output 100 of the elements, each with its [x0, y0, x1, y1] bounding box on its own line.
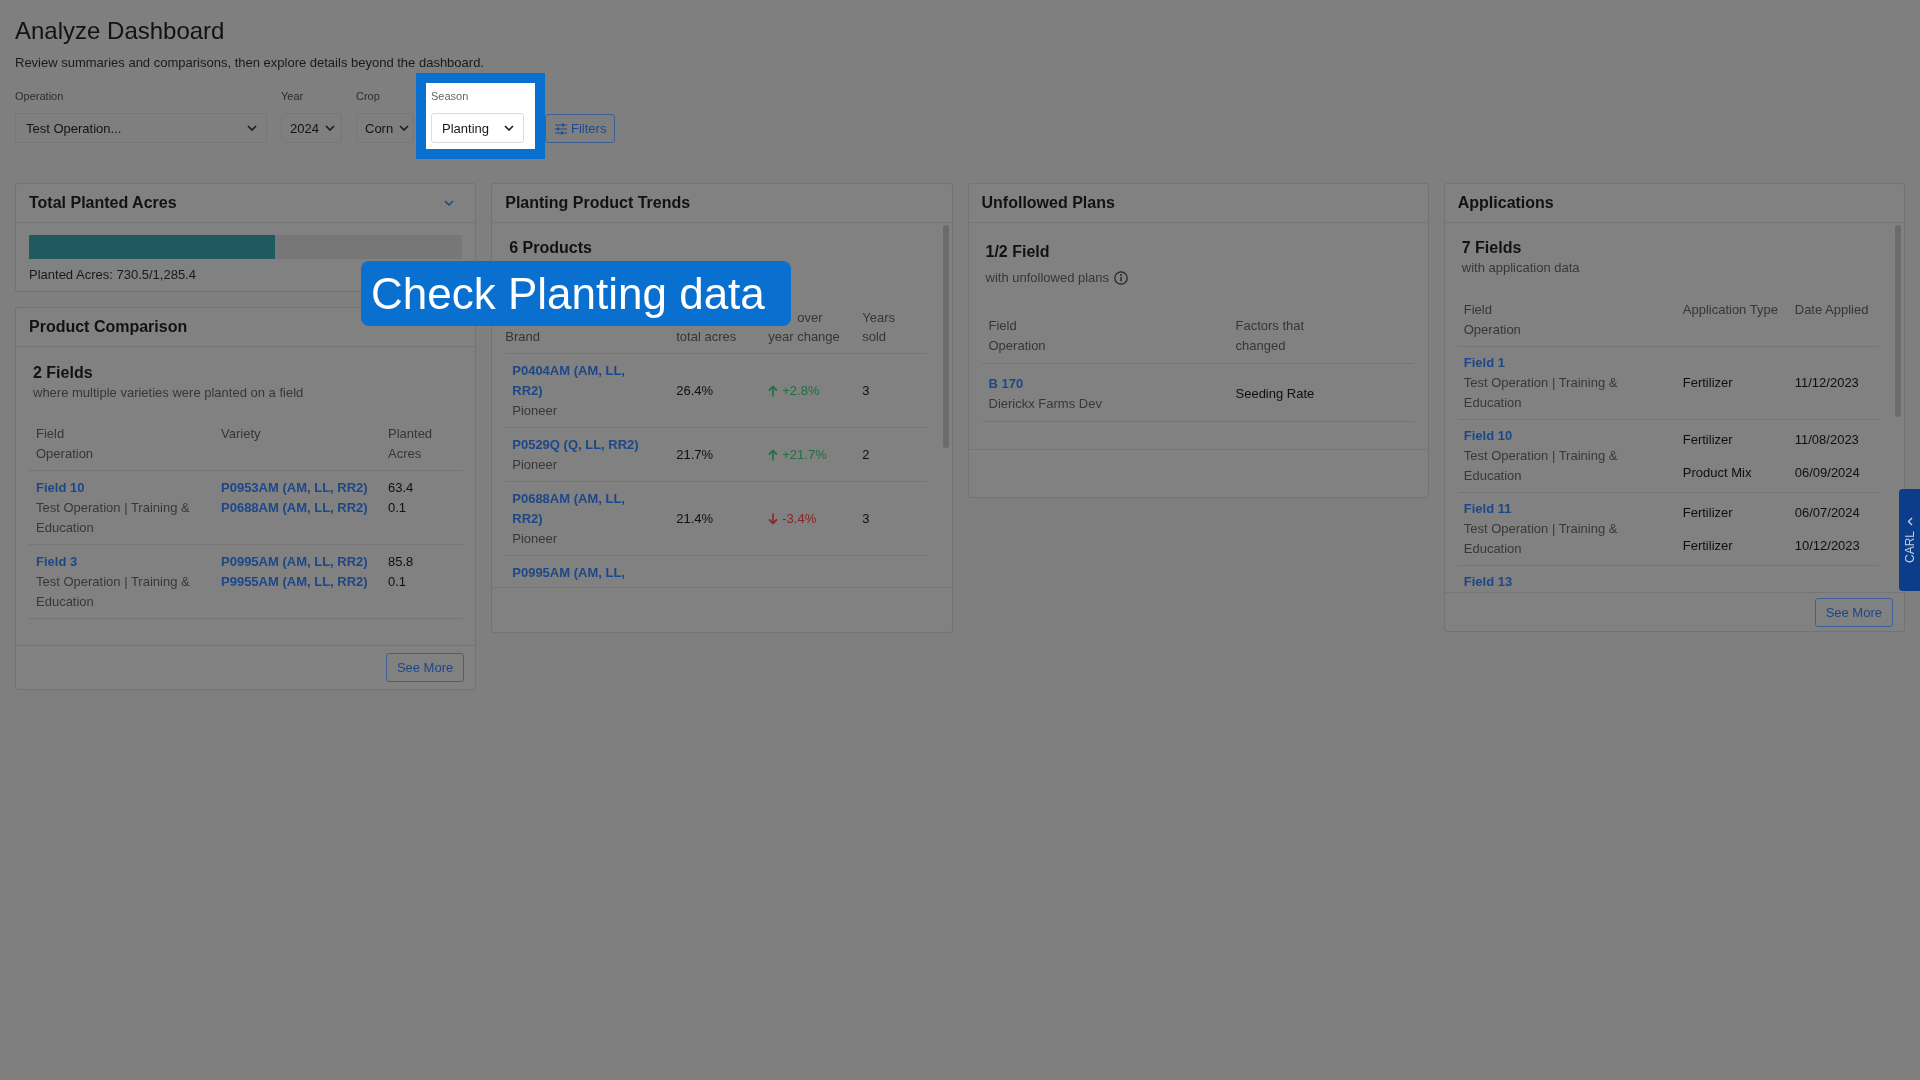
dropdown[interactable]: 2024: [281, 113, 342, 143]
field-label: Year: [281, 89, 304, 103]
dropdown[interactable]: Test Operation...: [15, 113, 267, 143]
coach-mark-callout: Check Planting data: [361, 261, 791, 326]
column-header: Field: [988, 317, 1017, 335]
date-applied: 06/09/2024: [1794, 463, 1860, 482]
acres-value: 0.1: [388, 573, 407, 591]
summary-count: 6 Products: [508, 238, 592, 258]
acres-share: 21.4%: [676, 510, 714, 528]
product-link[interactable]: P0404AM (AM, LL, RR2): [512, 361, 653, 401]
filters-button[interactable]: Filters: [545, 114, 616, 143]
column-header: Operation: [36, 445, 94, 463]
field-label: Operation: [15, 89, 64, 103]
year-change: +21.7%: [782, 446, 827, 464]
product-link[interactable]: P0529Q (Q, LL, RR2): [512, 435, 639, 455]
field-link[interactable]: Field 10: [36, 478, 85, 498]
date-applied: 06/07/2024: [1794, 503, 1860, 522]
application-type: Fertilizer: [1682, 430, 1733, 449]
chevron-down-icon: [324, 125, 335, 131]
chevron-left-icon: [1906, 517, 1913, 526]
year-change: -3.4%: [782, 510, 817, 528]
years-sold: 2: [862, 446, 870, 464]
application-type: Fertilizer: [1682, 503, 1733, 522]
card-title: Applications: [1457, 193, 1554, 213]
summary-description: with application data: [1460, 259, 1580, 277]
card-title: Total Planted Acres: [29, 193, 177, 213]
column-header: changed: [1235, 337, 1286, 355]
summary-description: with unfollowed plans: [984, 269, 1110, 287]
field-link[interactable]: Field 3: [36, 552, 78, 572]
summary-description: where multiple varieties were planted on a field: [32, 384, 304, 402]
chevron-down-icon[interactable]: [444, 200, 455, 206]
product-link[interactable]: P0688AM (AM, LL, RR2): [512, 489, 653, 529]
column-header: Operation: [988, 337, 1046, 355]
date-applied: 11/12/2023: [1794, 374, 1859, 392]
dropdown[interactable]: Planting: [431, 113, 524, 143]
page-title: Analyze Dashboard: [15, 17, 225, 45]
year-change: +2.8%: [782, 382, 820, 400]
acres-share: 21.7%: [676, 446, 714, 464]
acres-value: 85.8: [388, 553, 414, 571]
variety-link[interactable]: P0953AM (AM, LL, RR2): [221, 478, 368, 498]
see-more-button[interactable]: See More: [1814, 598, 1893, 627]
field-link[interactable]: Field 11: [1463, 499, 1512, 519]
column-header: Factors that: [1235, 317, 1305, 335]
changed-factor: Seeding Rate: [1235, 385, 1315, 403]
column-header: Date Applied: [1794, 301, 1869, 319]
field-label: Crop: [356, 89, 380, 103]
summary-count: 2 Fields: [32, 363, 93, 383]
progress-caption: Planted Acres: 730.5/1,285.4: [29, 266, 196, 284]
operation-name: Test Operation | Training & Education: [1463, 520, 1619, 558]
column-header: Operation: [1463, 321, 1521, 339]
brand-name: Pioneer: [512, 456, 558, 474]
column-header: Field: [1463, 301, 1492, 319]
field-link[interactable]: B 170: [988, 374, 1024, 394]
field-link[interactable]: Field 1: [1463, 353, 1505, 373]
acres-value: 0.1: [388, 499, 407, 517]
variety-link[interactable]: P9955AM (AM, LL, RR2): [221, 572, 368, 592]
summary-count: 1/2 Field: [984, 242, 1050, 262]
date-applied: 10/12/2023: [1794, 536, 1860, 555]
summary-count: 7 Fields: [1460, 238, 1522, 258]
field-label: Season: [431, 89, 469, 103]
column-header: Field: [36, 425, 65, 443]
variety-link[interactable]: P0688AM (AM, LL, RR2): [221, 498, 368, 518]
product-link[interactable]: P0995AM (AM, LL,: [512, 563, 625, 583]
dropdown[interactable]: Corn: [356, 113, 414, 143]
column-header: Acres: [388, 445, 422, 463]
brand-name: Pioneer: [512, 530, 558, 548]
date-applied: 11/08/2023: [1794, 430, 1859, 449]
column-header: Application Type: [1682, 301, 1778, 319]
side-panel-tab[interactable]: CARL: [1899, 489, 1920, 591]
acres-value: 63.4: [388, 479, 414, 497]
card-title: Product Comparison: [29, 317, 188, 337]
field-link[interactable]: Field 13: [1463, 572, 1513, 592]
chevron-down-icon: [399, 125, 410, 131]
operation-name: Test Operation | Training & Education: [1463, 374, 1619, 412]
see-more-button[interactable]: See More: [385, 653, 465, 682]
operation-name: Dierickx Farms Dev: [988, 395, 1102, 413]
column-header: Brand: [505, 328, 540, 346]
card-title: Unfollowed Plans: [981, 193, 1115, 213]
years-sold: 3: [862, 382, 870, 400]
info-icon[interactable]: [1114, 271, 1129, 285]
column-header: sold: [862, 328, 887, 346]
application-type: Fertilizer: [1682, 536, 1733, 555]
acres-share: 26.4%: [676, 382, 714, 400]
sliders-icon: [554, 122, 568, 135]
brand-name: Pioneer: [512, 402, 558, 420]
variety-link[interactable]: P0995AM (AM, LL, RR2): [221, 552, 368, 572]
column-header: over: [797, 309, 823, 327]
chevron-down-icon: [504, 125, 514, 131]
application-type: Fertilizer: [1682, 374, 1733, 392]
card-title: Planting Product Trends: [505, 193, 691, 213]
page-subtitle: Review summaries and comparisons, then explore details beyond the dashboard.: [15, 54, 484, 72]
column-header: Years: [862, 309, 896, 327]
years-sold: 3: [862, 510, 870, 528]
chevron-down-icon: [247, 125, 257, 131]
application-type: Product Mix: [1682, 463, 1752, 482]
field-link[interactable]: Field 10: [1463, 426, 1513, 446]
column-header: total acres: [676, 328, 737, 346]
operation-name: Test Operation | Training & Education: [1463, 447, 1619, 485]
operation-name: Test Operation | Training & Education: [36, 573, 191, 611]
column-header: Variety: [221, 425, 261, 443]
